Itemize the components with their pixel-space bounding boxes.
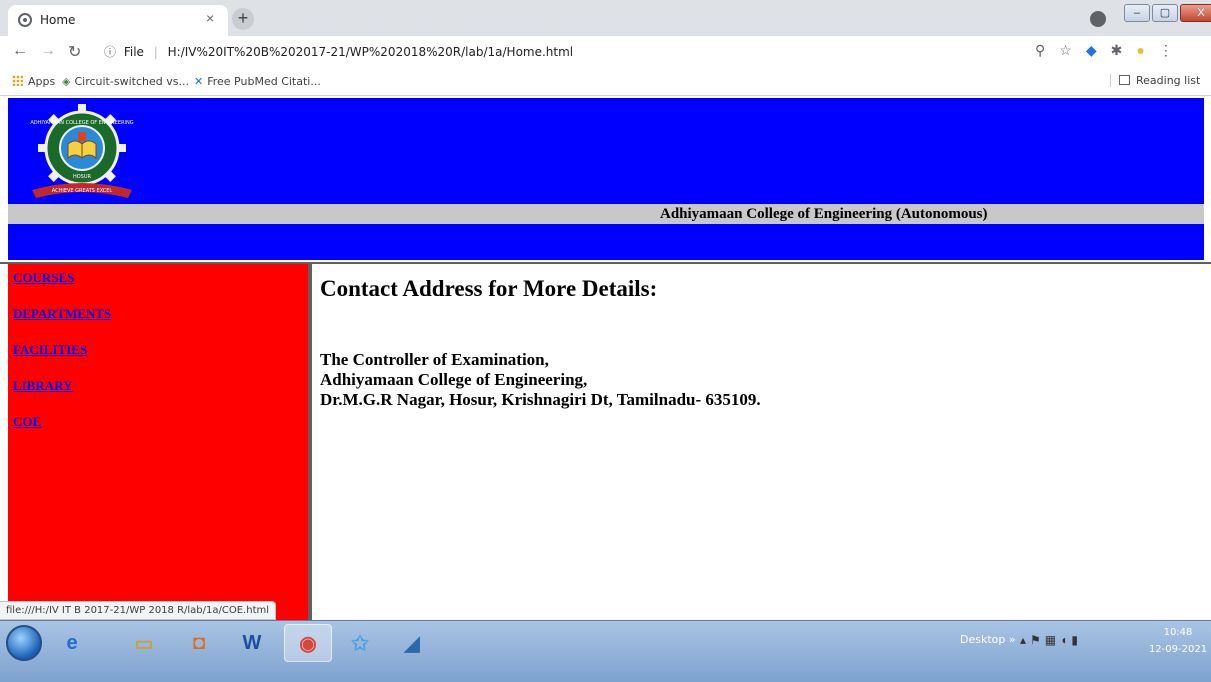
logo-motto-text: ACHIEVE GREATS EXCEL — [52, 188, 113, 194]
show-hidden-icons-icon[interactable]: ▴ — [1020, 633, 1030, 647]
college-name: Adhiyamaan College of Engineering (Auton… — [660, 206, 988, 222]
network-icon[interactable]: ▦ — [1045, 633, 1060, 647]
favorites-star-icon[interactable]: ✩ — [336, 624, 384, 662]
system-tray: ▴⚑▦◖▮ — [1020, 633, 1082, 647]
file-explorer-icon[interactable]: ▭ — [120, 624, 168, 662]
pubmed-icon: ✕ — [194, 75, 204, 88]
bookmark-circuit-switched[interactable]: ◈ Circuit-switched vs... — [62, 75, 189, 88]
nav-link-library[interactable]: LIBRARY — [13, 378, 73, 394]
tab-close-button[interactable]: × — [206, 10, 214, 26]
extension-icon[interactable]: ◆ — [1086, 42, 1097, 59]
clock-date: 12-09-2021 — [1148, 644, 1208, 655]
maximize-button[interactable]: ▢ — [1152, 4, 1178, 22]
reading-list-label: Reading list — [1136, 74, 1201, 87]
navigation-bar: ← → ↻ ⓘ File | H:/IV%20IT%20B%202017-21/… — [0, 36, 1211, 68]
reading-list-button[interactable]: Reading list — [1110, 74, 1200, 87]
profile-icon[interactable] — [1090, 11, 1106, 27]
action-center-icon[interactable]: ⚑ — [1030, 633, 1045, 647]
page-heading: Contact Address for More Details: — [320, 276, 658, 301]
word-icon[interactable]: W — [228, 624, 276, 662]
window-controls: – ▢ X — [1124, 4, 1211, 24]
volume-icon[interactable]: ◖ — [1060, 633, 1071, 647]
bookmark-apps[interactable]: Apps — [12, 75, 55, 88]
sidebar-nav: COURSES DEPARTMENTS FACILITIES LIBRARY C… — [8, 264, 308, 620]
browser-tab-strip: Home × + – ▢ X — [0, 0, 1211, 36]
diamond-site-icon: ◈ — [62, 75, 71, 88]
toolbar-icons: ⚲ ☆ ◆ ✱ ● ⋮ — [1035, 42, 1173, 59]
puzzle-extensions-icon[interactable]: ✱ — [1111, 42, 1123, 59]
bookmark-star-icon[interactable]: ☆ — [1059, 42, 1072, 59]
windows-taskbar: e ▭ ◘ W ◉ ✩ ◢ Desktop » ▴⚑▦◖▮ 10:48 12-0… — [0, 620, 1211, 682]
clock-time: 10:48 — [1163, 627, 1193, 638]
power-icon[interactable]: ▮ — [1071, 633, 1082, 647]
logo-city-text: HOSUR — [73, 174, 92, 180]
nav-link-courses[interactable]: COURSES — [13, 270, 74, 286]
apps-grid-icon — [12, 75, 23, 86]
tab-home[interactable]: Home × — [8, 5, 228, 36]
minimize-button[interactable]: – — [1124, 4, 1150, 22]
bookmark-pubmed[interactable]: ✕ Free PubMed Citati... — [194, 75, 321, 88]
main-content: Contact Address for More Details: The Co… — [312, 264, 1211, 620]
college-logo: ADHIYAMAAN COLLEGE OF ENGINEERING HOSUR … — [18, 102, 146, 204]
forward-arrow-icon[interactable]: → — [40, 42, 56, 60]
url-text[interactable]: H:/IV%20IT%20B%202017-21/WP%202018%20R/l… — [168, 45, 574, 59]
zoom-icon[interactable]: ⚲ — [1035, 42, 1045, 59]
nav-link-coe[interactable]: COE — [13, 414, 41, 430]
close-window-button[interactable]: X — [1180, 4, 1211, 22]
url-separator: | — [153, 45, 158, 59]
link-status-bubble: file:///H:/IV IT B 2017-21/WP 2018 R/lab… — [0, 601, 277, 620]
info-icon[interactable]: ⓘ — [104, 45, 116, 59]
logo-ring-text: ADHIYAMAAN COLLEGE OF ENGINEERING — [30, 120, 133, 126]
bookmark-label: Apps — [28, 75, 56, 88]
avatar-icon[interactable]: ● — [1136, 42, 1144, 59]
globe-icon — [18, 13, 32, 27]
menu-kebab-icon[interactable]: ⋮ — [1159, 42, 1173, 59]
reading-list-icon — [1119, 75, 1130, 85]
web-page: ADHIYAMAAN COLLEGE OF ENGINEERING HOSUR … — [0, 96, 1211, 620]
address-line: Dr.M.G.R Nagar, Hosur, Krishnagiri Dt, T… — [320, 390, 761, 409]
new-tab-button[interactable]: + — [232, 8, 254, 30]
address-bar[interactable]: ⓘ File | H:/IV%20IT%20B%202017-21/WP%202… — [104, 40, 1054, 64]
nav-link-facilities[interactable]: FACILITIES — [13, 342, 87, 358]
chrome-icon[interactable]: ◉ — [284, 624, 332, 662]
back-arrow-icon[interactable]: ← — [12, 42, 28, 60]
nav-link-departments[interactable]: DEPARTMENTS — [13, 306, 111, 322]
bookmark-label: Free PubMed Citati... — [207, 75, 321, 88]
desktop-label: Desktop — [960, 633, 1006, 646]
desktop-toolbar[interactable]: Desktop » — [960, 633, 1016, 646]
page-header: ADHIYAMAAN COLLEGE OF ENGINEERING HOSUR … — [8, 98, 1204, 260]
bookmark-label: Circuit-switched vs... — [74, 75, 189, 88]
address-line: Adhiyamaan College of Engineering, — [320, 370, 588, 389]
start-button[interactable] — [6, 625, 42, 661]
internet-explorer-icon[interactable]: e — [48, 624, 96, 662]
url-scheme: File — [123, 45, 144, 59]
taskbar-clock[interactable]: 10:48 12-09-2021 — [1148, 624, 1208, 658]
media-player-icon[interactable]: ◘ — [175, 624, 223, 662]
tab-title: Home — [40, 13, 76, 27]
snipping-tool-icon[interactable]: ◢ — [388, 624, 436, 662]
bookmarks-bar: Apps ◈ Circuit-switched vs... ✕ Free PubMe… — [0, 68, 1211, 96]
address-line: The Controller of Examination, — [320, 350, 549, 369]
reload-icon[interactable]: ↻ — [68, 42, 81, 62]
